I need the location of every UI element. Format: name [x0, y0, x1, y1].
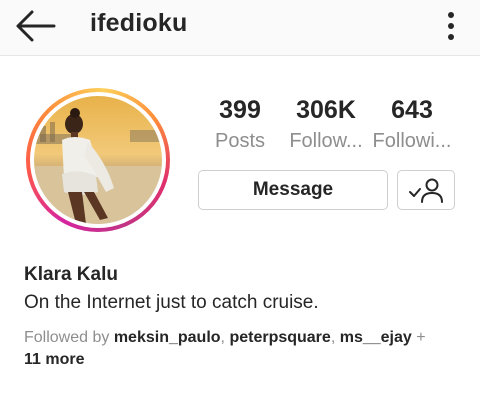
posts-label: Posts — [214, 130, 266, 152]
followed-by-plus: + — [416, 329, 426, 346]
avatar[interactable] — [34, 96, 162, 224]
user-check-icon — [409, 178, 443, 203]
followers-count[interactable]: 306K Follow... — [284, 94, 368, 156]
posts-count[interactable]: 399 Posts — [198, 94, 282, 156]
more-followers-link[interactable]: 11 more — [24, 351, 84, 368]
back-arrow-icon[interactable] — [14, 9, 58, 43]
top-bar: ifedioku — [0, 0, 480, 56]
avatar-frame — [30, 92, 166, 228]
posts-value: 399 — [219, 96, 261, 124]
message-button[interactable]: Message — [198, 170, 388, 210]
following-label: Followi... — [372, 130, 452, 152]
followed-by-prefix: Followed by — [24, 329, 110, 346]
followers-label: Follow... — [289, 130, 363, 152]
story-ring[interactable] — [26, 88, 170, 232]
following-value: 643 — [391, 96, 433, 124]
followers-value: 306K — [296, 96, 356, 124]
following-count[interactable]: 643 Followi... — [370, 94, 454, 156]
profile-bio: On the Internet just to catch cruise. — [24, 292, 319, 313]
following-button[interactable] — [397, 170, 455, 210]
mutual-follower-link[interactable]: ms__ejay — [340, 329, 412, 346]
followed-by-text[interactable]: Followed by meksin_paulo, peterpsquare, … — [24, 327, 464, 371]
more-options-icon[interactable] — [440, 10, 462, 42]
profile-full-name: Klara Kalu — [24, 264, 118, 285]
mutual-follower-link[interactable]: meksin_paulo — [114, 329, 221, 346]
profile-username: ifedioku — [90, 9, 188, 37]
mutual-follower-link[interactable]: peterpsquare — [229, 329, 330, 346]
